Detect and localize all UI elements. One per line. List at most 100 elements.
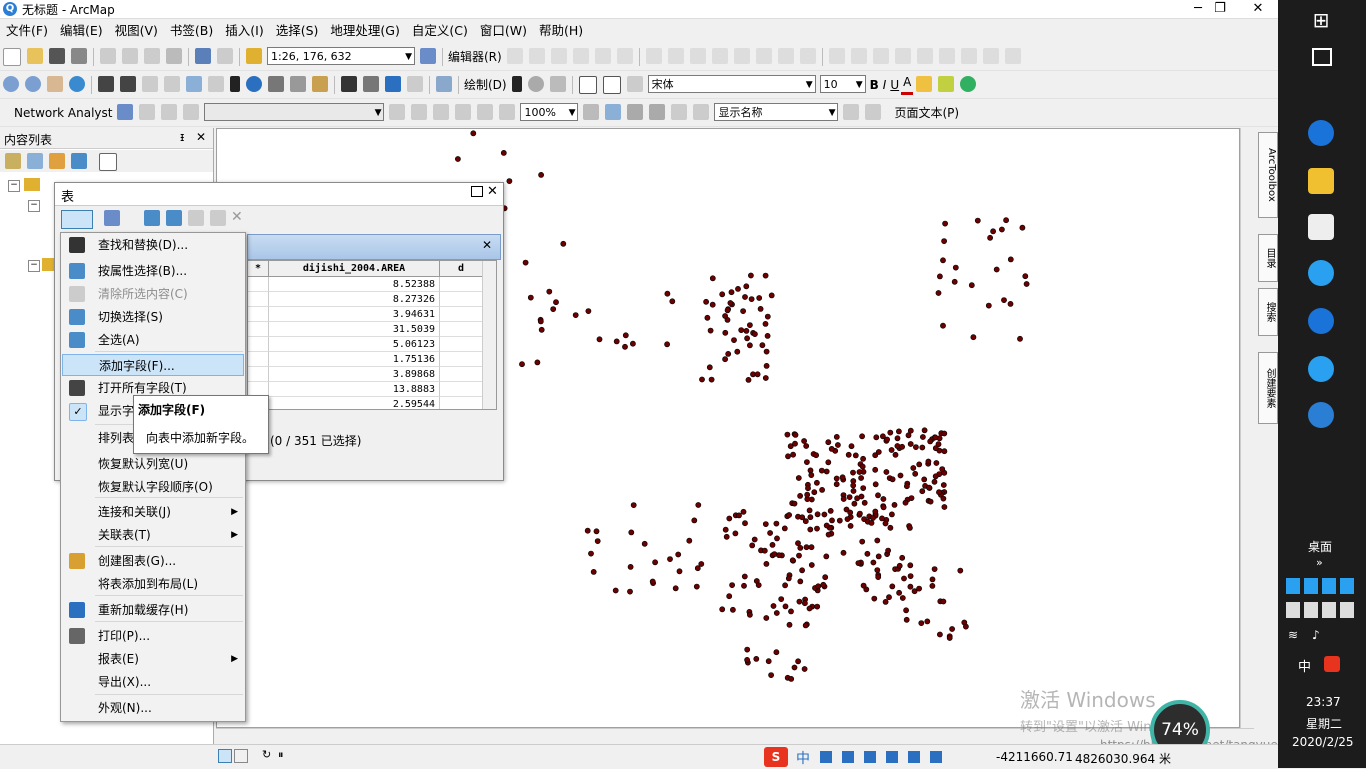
- area-cell[interactable]: 3.89868: [269, 367, 440, 382]
- open-icon[interactable]: [27, 48, 43, 64]
- table-options-button[interactable]: [61, 210, 93, 229]
- phone-app-icon[interactable]: [1308, 308, 1334, 334]
- maximize-icon[interactable]: [471, 186, 483, 197]
- list-by-source-icon[interactable]: [27, 153, 43, 169]
- row-selector[interactable]: [248, 322, 269, 337]
- paste-icon[interactable]: [144, 48, 160, 64]
- menu-item-4[interactable]: 全选(A): [62, 329, 244, 351]
- menu-edit[interactable]: 编辑(E): [54, 20, 109, 42]
- browser-icon[interactable]: [1308, 356, 1334, 382]
- focus-data-frame-icon[interactable]: [605, 104, 622, 120]
- tray-icons[interactable]: [1286, 578, 1358, 594]
- display-name-combo[interactable]: 显示名称 ▼: [714, 103, 839, 121]
- bold-button[interactable]: B: [868, 72, 881, 98]
- delete-selected-icon[interactable]: ✕: [231, 209, 243, 225]
- network-analyst-menu[interactable]: Network Analyst: [0, 100, 114, 126]
- area-cell[interactable]: 3.94631: [269, 307, 440, 322]
- table-cell[interactable]: [440, 352, 483, 367]
- measure-icon[interactable]: [312, 76, 328, 92]
- select-features-icon[interactable]: [186, 76, 202, 92]
- toc-pin-icon[interactable]: ᵻ: [180, 130, 184, 144]
- tree-collapse-icon[interactable]: −: [8, 180, 20, 192]
- table-cell[interactable]: [440, 337, 483, 352]
- clear-selected-icon[interactable]: [208, 76, 224, 92]
- menu-item-11[interactable]: 连接和关联(J) ▶: [62, 501, 244, 523]
- layout-page-icon[interactable]: [477, 104, 494, 120]
- player-icon[interactable]: [1308, 260, 1334, 286]
- area-cell[interactable]: 8.27326: [269, 292, 440, 307]
- zoom-to-selected-icon[interactable]: [210, 210, 226, 226]
- italic-button[interactable]: I: [881, 72, 889, 98]
- table-cell[interactable]: [440, 292, 483, 307]
- catalog-tab[interactable]: 目录: [1258, 234, 1278, 282]
- create-viewer-icon[interactable]: [436, 76, 452, 92]
- editor-toolbar-icon[interactable]: [420, 48, 436, 64]
- font-combo[interactable]: 宋体 ▼: [647, 75, 816, 93]
- menu-item-15[interactable]: 重新加载缓存(H): [62, 599, 244, 621]
- forward-extent-icon[interactable]: [164, 76, 180, 92]
- table-cell[interactable]: [440, 277, 483, 292]
- menu-help[interactable]: 帮助(H): [533, 20, 589, 42]
- row-selector[interactable]: [248, 307, 269, 322]
- network-solve-icon[interactable]: [161, 104, 178, 120]
- network-window-icon[interactable]: [117, 104, 134, 120]
- scale-combo[interactable]: 1:26, 176, 632 ▼: [267, 47, 415, 65]
- row-selector[interactable]: [248, 352, 269, 367]
- area-cell[interactable]: 1.75136: [269, 352, 440, 367]
- fill-color-icon[interactable]: [916, 76, 933, 92]
- zoom-out-icon[interactable]: [25, 76, 41, 92]
- copy-icon[interactable]: [122, 48, 138, 64]
- sogou-ime-icon[interactable]: S: [764, 747, 788, 767]
- volume-icon[interactable]: ♪: [1312, 628, 1320, 642]
- area-cell[interactable]: 5.06123: [269, 337, 440, 352]
- toc-close-icon[interactable]: ✕: [196, 130, 206, 144]
- underline-button[interactable]: U: [888, 72, 901, 98]
- table-cell[interactable]: [440, 322, 483, 337]
- layout-pan-icon[interactable]: [389, 104, 406, 120]
- area-cell[interactable]: 31.5039: [269, 322, 440, 337]
- table-tab-close-icon[interactable]: ✕: [482, 238, 492, 252]
- desktop-label[interactable]: 桌面: [1308, 538, 1332, 555]
- menu-customize[interactable]: 自定义(C): [406, 20, 474, 42]
- menu-item-0[interactable]: 查找和替换(D)...: [62, 234, 244, 256]
- print-icon[interactable]: [71, 48, 87, 64]
- menu-item-19[interactable]: 外观(N)...: [62, 697, 244, 719]
- find-route-icon[interactable]: [363, 76, 379, 92]
- clock-time[interactable]: 23:37: [1306, 695, 1341, 709]
- pause-drawing-icon[interactable]: ⏸: [278, 748, 284, 762]
- toc-options-icon[interactable]: [99, 153, 117, 171]
- column-header[interactable]: *: [248, 261, 269, 277]
- find-binoculars-icon[interactable]: [341, 76, 357, 92]
- identify-icon[interactable]: [246, 76, 262, 92]
- draw-menu[interactable]: 绘制(D): [462, 72, 509, 98]
- delete-icon[interactable]: [166, 48, 182, 64]
- last-page-icon[interactable]: [865, 104, 882, 120]
- network-location-icon[interactable]: [139, 104, 156, 120]
- menu-selection[interactable]: 选择(S): [270, 20, 325, 42]
- font-size-combo[interactable]: 10 ▼: [819, 75, 866, 93]
- ime-tools-icon[interactable]: [820, 751, 950, 763]
- tree-collapse-icon[interactable]: −: [28, 200, 40, 212]
- edit-vertices-icon[interactable]: [626, 76, 643, 92]
- menu-item-9[interactable]: 恢复默认列宽(U): [62, 453, 244, 475]
- menu-item-13[interactable]: 创建图表(G)...: [62, 550, 244, 572]
- hyperlink-icon[interactable]: [268, 76, 284, 92]
- grid-horizontal-scrollbar[interactable]: [247, 410, 495, 424]
- clock-weekday[interactable]: 星期二: [1306, 715, 1342, 732]
- layout-fit-icon[interactable]: [455, 104, 472, 120]
- menu-item-18[interactable]: 导出(X)...: [62, 671, 244, 693]
- zoom-to-elements-icon[interactable]: [549, 76, 566, 92]
- tree-collapse-icon[interactable]: −: [28, 260, 40, 272]
- change-layout-icon[interactable]: [627, 104, 644, 120]
- tray-ime[interactable]: 中: [1298, 656, 1311, 675]
- network-directions-icon[interactable]: [183, 104, 200, 120]
- switch-selection-icon[interactable]: [166, 210, 182, 226]
- close-button[interactable]: ✕: [1238, 0, 1278, 18]
- map-vertical-scrollbar[interactable]: [1240, 128, 1255, 728]
- sogou-tray-icon[interactable]: [1324, 656, 1340, 672]
- list-by-drawing-order-icon[interactable]: [5, 153, 21, 169]
- edge-icon[interactable]: [1308, 120, 1334, 146]
- grid-vertical-scrollbar[interactable]: [482, 261, 496, 409]
- time-slider-icon[interactable]: [407, 76, 423, 92]
- menu-insert[interactable]: 插入(I): [219, 20, 269, 42]
